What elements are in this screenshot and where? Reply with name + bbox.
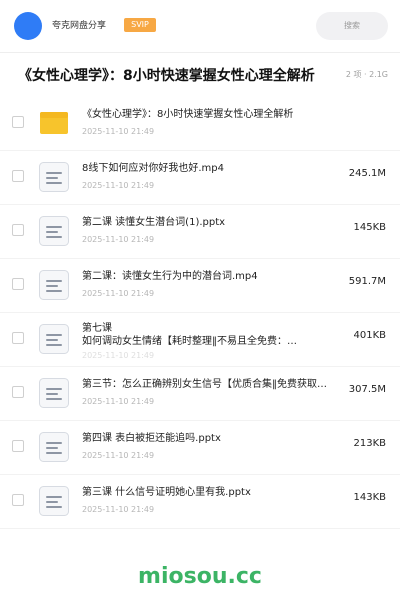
user-avatar[interactable] bbox=[14, 12, 42, 40]
file-name: 8线下如何应对你好我也好.mp4 bbox=[82, 163, 224, 174]
file-row-4[interactable]: 第七课 如何调动女生情绪【耗时整理‖不易且全免费：… 2025-11-10 21… bbox=[0, 312, 400, 367]
file-date: 2025-11-10 21:49 bbox=[82, 505, 155, 514]
file-size: 143KB bbox=[353, 492, 386, 503]
file-document-icon bbox=[38, 485, 70, 517]
file-date: 2025-11-10 21:49 bbox=[82, 397, 155, 406]
file-name: 第七课 如何调动女生情绪【耗时整理‖不易且全免费：… bbox=[82, 323, 297, 347]
app-header: 夸克网盘分享 SVIP 搜索 bbox=[0, 0, 400, 53]
file-row-6[interactable]: 第四课 表白被拒还能追吗.pptx 2025-11-10 21:49 213KB bbox=[0, 420, 400, 475]
file-date: 2025-11-10 21:49 bbox=[82, 127, 155, 136]
file-date: 2025-11-10 21:49 bbox=[82, 235, 155, 244]
file-document-icon-svg bbox=[39, 270, 69, 300]
file-name: 第三节：怎么正确辨别女生信号【优质合集‖免费获取… bbox=[82, 379, 327, 390]
file-row-3[interactable]: 第二课：读懂女生行为中的潜台词.mp4 2025-11-10 21:49 591… bbox=[0, 258, 400, 313]
file-name: 第四课 表白被拒还能追吗.pptx bbox=[82, 433, 221, 444]
folder-icon-svg bbox=[40, 112, 68, 134]
file-row-2[interactable]: 第二课 读懂女生潜台词(1).pptx 2025-11-10 21:49 145… bbox=[0, 204, 400, 259]
file-size: 591.7M bbox=[348, 276, 386, 287]
file-date: 2025-11-10 21:49 bbox=[82, 351, 155, 360]
file-document-icon-svg bbox=[39, 162, 69, 192]
search-input[interactable]: 搜索 bbox=[316, 12, 388, 40]
file-document-icon bbox=[38, 431, 70, 463]
file-name: 第三课 什么信号证明她心里有我.pptx bbox=[82, 487, 251, 498]
file-document-icon-svg bbox=[39, 378, 69, 408]
row-checkbox[interactable] bbox=[12, 494, 24, 506]
file-name: 第二课 读懂女生潜台词(1).pptx bbox=[82, 217, 226, 228]
row-checkbox[interactable] bbox=[12, 224, 24, 236]
folder-icon bbox=[38, 107, 70, 139]
row-checkbox[interactable] bbox=[12, 170, 24, 182]
row-checkbox[interactable] bbox=[12, 440, 24, 452]
page-title: 《女性心理学》：8小时快速掌握女性心理全解析 bbox=[18, 68, 315, 84]
file-document-icon bbox=[38, 323, 70, 355]
folder-title-row: 《女性心理学》：8小时快速掌握女性心理全解析 2 项 · 2.1G bbox=[0, 62, 400, 92]
file-size: 213KB bbox=[353, 438, 386, 449]
file-document-icon bbox=[38, 161, 70, 193]
row-checkbox[interactable] bbox=[12, 116, 24, 128]
file-document-icon bbox=[38, 215, 70, 247]
row-checkbox[interactable] bbox=[12, 332, 24, 344]
file-date: 2025-11-10 21:49 bbox=[82, 451, 155, 460]
svip-badge: SVIP bbox=[124, 18, 156, 32]
file-size: 245.1M bbox=[348, 168, 386, 179]
file-name: 《女性心理学》：8小时快速掌握女性心理全解析 bbox=[82, 109, 294, 120]
site-name: 夸克网盘分享 bbox=[52, 21, 107, 31]
file-row-1[interactable]: 8线下如何应对你好我也好.mp4 2025-11-10 21:49 245.1M bbox=[0, 150, 400, 205]
file-document-icon-svg bbox=[39, 324, 69, 354]
file-size: 145KB bbox=[353, 222, 386, 233]
row-checkbox[interactable] bbox=[12, 278, 24, 290]
file-document-icon bbox=[38, 377, 70, 409]
file-date: 2025-11-10 21:49 bbox=[82, 289, 155, 298]
file-size: 401KB bbox=[353, 330, 386, 341]
footer-brand: miosou.cc bbox=[138, 564, 262, 589]
file-document-icon-svg bbox=[39, 486, 69, 516]
file-document-icon-svg bbox=[39, 216, 69, 246]
file-row-7[interactable]: 第三课 什么信号证明她心里有我.pptx 2025-11-10 21:49 14… bbox=[0, 474, 400, 529]
file-row-0[interactable]: 《女性心理学》：8小时快速掌握女性心理全解析 2025-11-10 21:49 bbox=[0, 96, 400, 151]
file-document-icon-svg bbox=[39, 432, 69, 462]
file-name: 第二课：读懂女生行为中的潜台词.mp4 bbox=[82, 271, 258, 282]
folder-meta: 2 项 · 2.1G bbox=[345, 70, 388, 79]
file-row-5[interactable]: 第三节：怎么正确辨别女生信号【优质合集‖免费获取… 2025-11-10 21:… bbox=[0, 366, 400, 421]
file-size: 307.5M bbox=[348, 384, 386, 395]
file-document-icon bbox=[38, 269, 70, 301]
file-date: 2025-11-10 21:49 bbox=[82, 181, 155, 190]
row-checkbox[interactable] bbox=[12, 386, 24, 398]
file-list: 《女性心理学》：8小时快速掌握女性心理全解析 2025-11-10 21:49 … bbox=[0, 96, 400, 556]
